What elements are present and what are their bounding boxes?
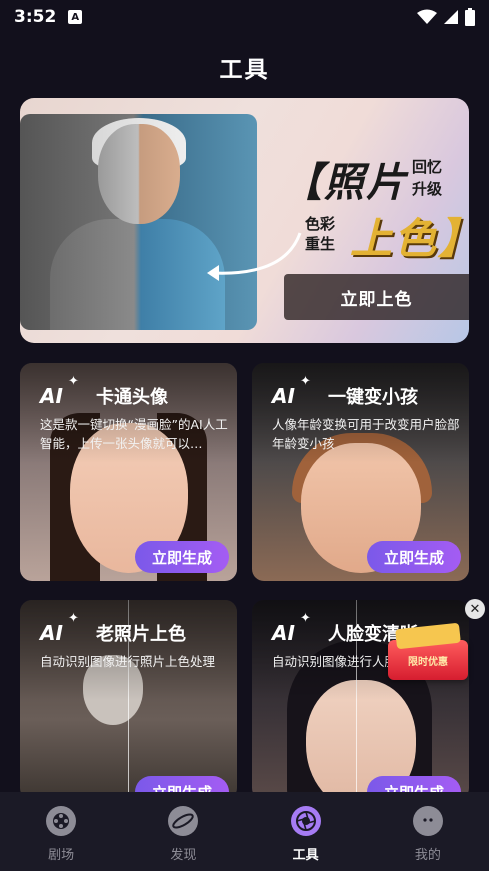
nav-label: 发现 [170, 848, 197, 863]
ai-sparkle-icon: AI ✦ [272, 611, 311, 645]
banner-photo [20, 114, 257, 330]
card-title: 一键变小孩 [328, 387, 418, 408]
card-description: 这是款一键切换“漫画脸”的AI人工智能，上传一张头像就可以… [40, 417, 228, 451]
nav-item-discover[interactable]: 发现 [122, 792, 244, 871]
profile-face-icon [412, 806, 443, 836]
nav-label: 剧场 [48, 848, 75, 863]
battery-icon [465, 8, 475, 26]
card-description: 人像年龄变换可用于改变用户脸部年龄变小孩 [272, 417, 460, 451]
aperture-icon [290, 806, 321, 836]
nav-item-tools[interactable]: 工具 [245, 792, 367, 871]
wifi-icon [417, 9, 437, 24]
tool-card-cartoon-avatar[interactable]: AI ✦ 卡通头像 这是款一键切换“漫画脸”的AI人工智能，上传一张头像就可以… … [20, 363, 237, 581]
ai-sparkle-icon: AI ✦ [40, 611, 79, 645]
close-icon[interactable]: ✕ [465, 599, 485, 619]
nav-label: 我的 [414, 848, 441, 863]
nav-label: 工具 [292, 848, 319, 863]
banner-title-accent: 上色】 [350, 214, 469, 263]
signal-icon [444, 10, 458, 24]
tool-card-child-face[interactable]: AI ✦ 一键变小孩 人像年龄变换可用于改变用户脸部年龄变小孩 立即生成 [252, 363, 469, 581]
banner-subtitle-left: 色彩重生 [305, 215, 336, 253]
nav-item-profile[interactable]: 我的 [367, 792, 489, 871]
card-description: 自动识别图像进行照片上色处理 [40, 654, 216, 669]
promo-gift-badge[interactable]: 限时优惠 [388, 640, 468, 680]
ai-sparkle-icon: AI ✦ [272, 374, 311, 408]
card-title: 老照片上色 [96, 624, 186, 645]
film-reel-icon [46, 806, 77, 836]
photo-colorize-banner[interactable]: 【照片 回忆升级 色彩重生 上色】 立即上色 [20, 98, 469, 343]
bottom-nav: 剧场 发现 工具 我的 [0, 792, 489, 871]
banner-title: 【照片 [282, 160, 408, 206]
card-title: 卡通头像 [96, 387, 168, 408]
status-icons [417, 8, 475, 26]
promo-label: 限时优惠 [408, 656, 448, 668]
status-bar: 3:52 A [0, 0, 489, 34]
banner-subtitle-top: 回忆升级 [412, 158, 443, 198]
page-title: 工具 [219, 57, 270, 83]
nav-item-theater[interactable]: 剧场 [0, 792, 122, 871]
generate-button[interactable]: 立即生成 [135, 541, 229, 573]
generate-button[interactable]: 立即生成 [367, 541, 461, 573]
tool-card-old-photo-colorize[interactable]: AI✦ 老照片上色 自动识别图像进行照片上色处理 立即生成 [20, 600, 237, 800]
ai-sparkle-icon: AI ✦ [40, 374, 79, 408]
status-time: 3:52 [14, 7, 57, 27]
planet-icon [168, 806, 199, 836]
colorize-now-button[interactable]: 立即上色 [284, 274, 469, 320]
notification-icon: A [68, 10, 83, 24]
